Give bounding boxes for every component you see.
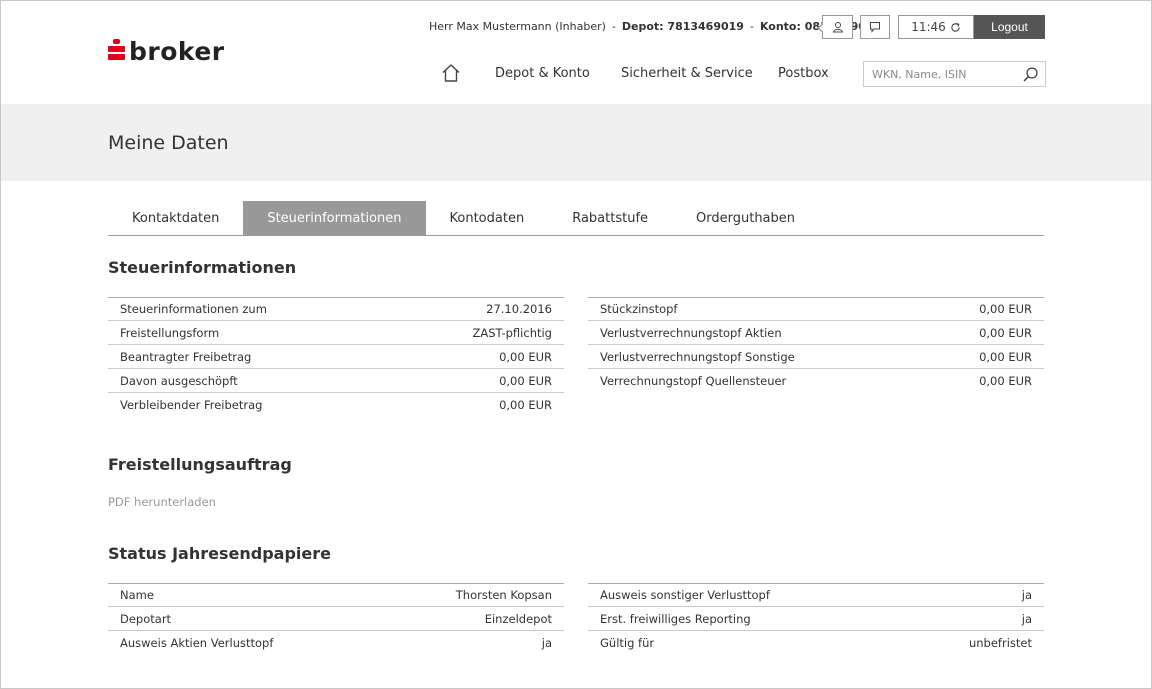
session-timer: 11:46 bbox=[898, 15, 974, 39]
nav-sicherheit-service[interactable]: Sicherheit & Service bbox=[621, 66, 753, 81]
table-row: Beantragter Freibetrag 0,00 EUR bbox=[108, 345, 564, 369]
home-icon[interactable] bbox=[441, 63, 461, 83]
search-input[interactable] bbox=[864, 62, 1014, 86]
user-info-line: Herr Max Mustermann (Inhaber) - Depot: 781… bbox=[429, 20, 881, 33]
depot-number: Depot: 7813469019 bbox=[621, 20, 744, 33]
table-row: Verlustverrechnungstopf Sonstige 0,00 EUR bbox=[588, 345, 1044, 369]
tab-orderguthaben[interactable]: Orderguthaben bbox=[672, 201, 819, 235]
nav-postbox[interactable]: Postbox bbox=[778, 66, 829, 81]
tab-rabattstufe[interactable]: Rabattstufe bbox=[548, 201, 672, 235]
chat-bubble-icon bbox=[870, 22, 880, 33]
refresh-icon[interactable] bbox=[950, 22, 961, 33]
user-icon bbox=[832, 22, 843, 33]
tab-steuerinformationen[interactable]: Steuerinformationen bbox=[243, 201, 426, 235]
tab-kontodaten[interactable]: Kontodaten bbox=[426, 201, 549, 235]
section-title-steuerinformationen: Steuerinformationen bbox=[108, 258, 297, 277]
profile-button[interactable] bbox=[817, 15, 853, 39]
nav-depot-konto[interactable]: Depot & Konto bbox=[495, 66, 590, 81]
page-title: Meine Daten bbox=[108, 132, 229, 154]
sparkasse-s-icon bbox=[108, 39, 125, 63]
table-row: Verbleibender Freibetrag 0,00 EUR bbox=[120, 398, 552, 412]
pdf-download-link[interactable]: PDF herunterladen bbox=[108, 495, 216, 509]
section-title-status-jahresendpapiere: Status Jahresendpapiere bbox=[108, 544, 331, 563]
messages-button[interactable] bbox=[860, 15, 890, 39]
tab-bar: Kontaktdaten Steuerinformationen Kontoda… bbox=[108, 201, 1044, 236]
user-name: Herr Max Mustermann (Inhaber) bbox=[429, 20, 606, 33]
tab-kontaktdaten[interactable]: Kontaktdaten bbox=[108, 201, 243, 235]
table-row: Verlustverrechnungstopf Aktien 0,00 EUR bbox=[588, 321, 1044, 345]
table-row: Depotart Einzeldepot bbox=[108, 607, 564, 631]
steuer-table-left: Steuerinformationen zum 27.10.2016 Freist… bbox=[108, 297, 564, 417]
sbroker-logo[interactable]: broker bbox=[108, 36, 225, 66]
search-box bbox=[863, 61, 1046, 87]
section-title-freistellungsauftrag: Freistellungsauftrag bbox=[108, 455, 292, 474]
table-row: Stückzinstopf 0,00 EUR bbox=[588, 297, 1044, 321]
status-table-left: Name Thorsten Kopsan Depotart Einzeldepot … bbox=[108, 583, 564, 655]
session-time: 11:46 bbox=[911, 20, 946, 34]
table-row: Steuerinformationen zum 27.10.2016 bbox=[108, 297, 564, 321]
title-band: Meine Daten bbox=[1, 104, 1151, 181]
table-row: Verrechnungstopf Quellensteuer 0,00 EUR bbox=[600, 374, 1032, 388]
logo-text: broker bbox=[129, 36, 225, 66]
table-row: Ausweis sonstiger Verlusttopf ja bbox=[588, 583, 1044, 607]
status-table-right: Ausweis sonstiger Verlusttopf ja Erst. fr… bbox=[588, 583, 1044, 655]
steuer-table-right: Stückzinstopf 0,00 EUR Verlustverrechnung… bbox=[588, 297, 1044, 393]
table-row: Name Thorsten Kopsan bbox=[108, 583, 564, 607]
table-row: Erst. freiwilliges Reporting ja bbox=[588, 607, 1044, 631]
logout-button[interactable]: Logout bbox=[974, 15, 1045, 39]
table-row: Gültig für unbefristet bbox=[600, 636, 1032, 650]
table-row: Davon ausgeschöpft 0,00 EUR bbox=[108, 369, 564, 393]
table-row: Ausweis Aktien Verlusttopf ja bbox=[120, 636, 552, 650]
table-row: Freistellungsform ZAST-pflichtig bbox=[108, 321, 564, 345]
search-icon[interactable] bbox=[1022, 66, 1039, 83]
